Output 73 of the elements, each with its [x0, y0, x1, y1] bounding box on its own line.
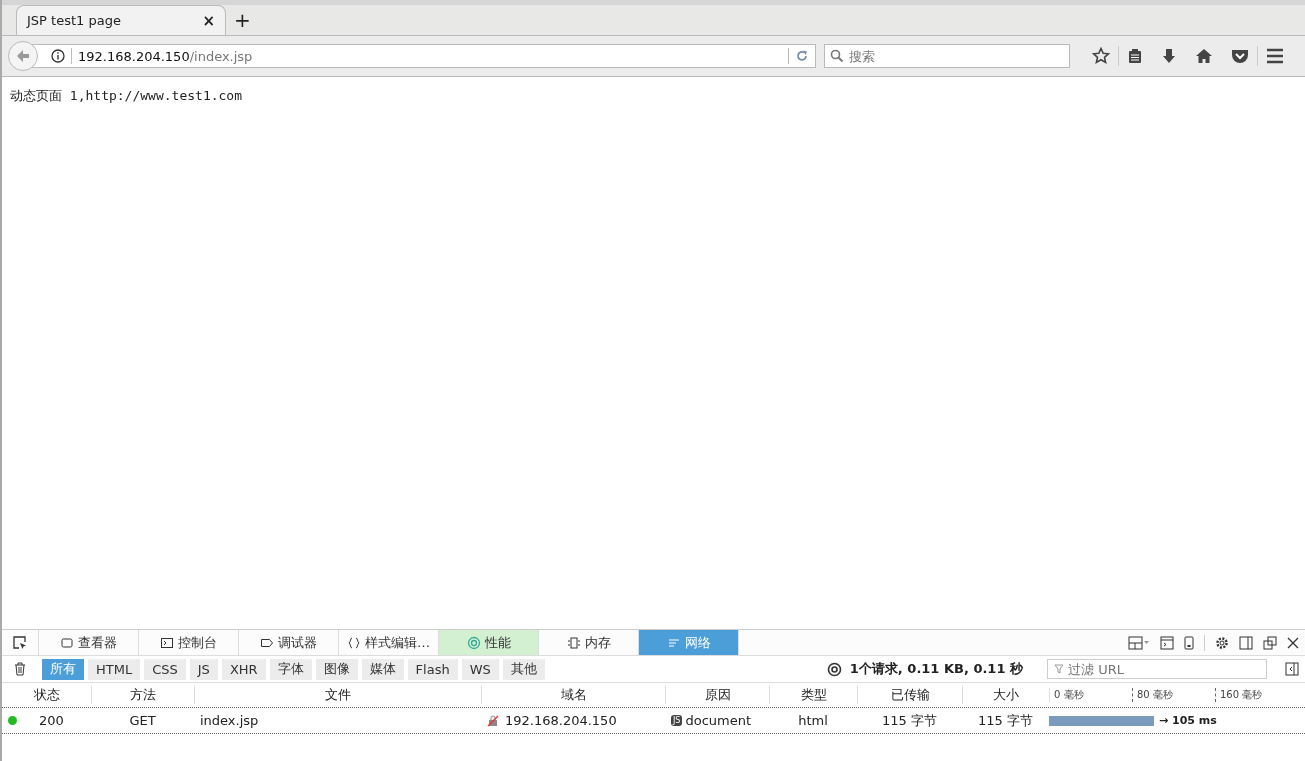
settings-icon[interactable]: [1215, 635, 1229, 650]
download-icon[interactable]: [1161, 48, 1177, 64]
close-icon[interactable]: [1287, 636, 1299, 649]
table-cell: document: [685, 713, 752, 728]
tab-title: JSP test1 page: [27, 13, 121, 28]
devtools-tab[interactable]: 控制台: [139, 630, 239, 655]
devtools-tab[interactable]: 性能: [439, 630, 539, 655]
pocket-icon[interactable]: [1231, 48, 1249, 64]
column-header[interactable]: 已传输: [857, 686, 962, 704]
timeline-tick: 80 毫秒: [1132, 688, 1215, 702]
column-header[interactable]: 原因: [665, 686, 769, 704]
table-cell: 115 字节: [882, 711, 937, 730]
insecure-lock-icon: [487, 714, 499, 727]
bookmark-star-icon[interactable]: [1092, 47, 1110, 65]
reload-icon[interactable]: [795, 49, 809, 63]
table-cell: 192.168.204.150: [505, 713, 617, 728]
filter-button[interactable]: 图像: [315, 658, 358, 680]
sidebar-toggle-icon[interactable]: [1285, 662, 1299, 676]
filter-button[interactable]: 其他: [502, 658, 545, 680]
braces-icon: [347, 635, 361, 650]
close-tab-button[interactable]: ×: [202, 11, 215, 30]
devtools-tab[interactable]: 调试器: [239, 630, 339, 655]
filter-button[interactable]: 字体: [269, 658, 312, 680]
column-header[interactable]: 大小: [962, 686, 1049, 704]
responsive-icon[interactable]: [1184, 635, 1194, 650]
layout-icon[interactable]: [1128, 635, 1150, 650]
filter-button[interactable]: WS: [461, 658, 499, 680]
separate-window-icon[interactable]: [1263, 635, 1277, 650]
box-icon: [60, 635, 74, 650]
timeline-tick: 160 毫秒: [1215, 688, 1298, 702]
gauge-icon: [466, 635, 481, 650]
timeline-tick: 0 毫秒: [1053, 688, 1085, 702]
filter-button[interactable]: 媒体: [361, 658, 404, 680]
filter-button[interactable]: Flash: [407, 658, 458, 680]
info-icon: [51, 49, 65, 63]
clipboard-icon[interactable]: [1127, 48, 1143, 64]
devtools-tab[interactable]: 查看器: [39, 630, 139, 655]
table-cell: index.jsp: [200, 713, 259, 728]
request-summary: 1个请求, 0.11 KB, 0.11 秒: [849, 660, 1023, 678]
table-cell: html: [798, 713, 828, 728]
search-icon: [830, 49, 844, 63]
js-badge: JS: [671, 715, 683, 726]
table-cell: 115 字节: [978, 711, 1033, 730]
chip-icon: [566, 635, 581, 650]
home-icon[interactable]: [1195, 48, 1213, 64]
request-row[interactable]: 200 GET index.jsp 192.168.204.150 JS document html 115 字节 115 字节 → 105 ms: [2, 708, 1305, 734]
trash-icon[interactable]: [14, 662, 26, 676]
filter-url-field[interactable]: 过滤 URL: [1047, 659, 1267, 679]
column-header[interactable]: 域名: [481, 686, 665, 704]
menu-icon[interactable]: [1266, 48, 1284, 64]
back-button[interactable]: [8, 41, 38, 71]
gauge-icon[interactable]: [826, 661, 842, 677]
page-text: 动态页面 1,http://www.test1.com: [10, 88, 242, 103]
new-tab-button[interactable]: +: [234, 8, 251, 32]
table-cell: 200: [39, 713, 64, 728]
dock-side-icon[interactable]: [1239, 635, 1253, 650]
column-header[interactable]: 方法: [91, 686, 194, 704]
filter-button[interactable]: HTML: [88, 658, 141, 680]
filter-button[interactable]: XHR: [221, 658, 266, 680]
funnel-icon: [1054, 664, 1064, 674]
column-header[interactable]: 文件: [194, 686, 481, 704]
duration-label: → 105 ms: [1159, 714, 1217, 727]
search-field[interactable]: 搜索: [824, 44, 1070, 68]
filter-button[interactable]: JS: [189, 658, 218, 680]
picker-icon: [12, 634, 28, 651]
browser-tab[interactable]: JSP test1 page ×: [16, 5, 226, 35]
address-bar[interactable]: 192.168.204.150/index.jsp: [32, 44, 816, 68]
column-header[interactable]: 状态: [2, 686, 91, 704]
column-header[interactable]: 类型: [769, 686, 857, 704]
console-icon: [160, 635, 174, 650]
table-cell: GET: [129, 713, 156, 728]
filter-button[interactable]: CSS: [144, 658, 186, 680]
split-console-icon[interactable]: [1160, 635, 1174, 650]
